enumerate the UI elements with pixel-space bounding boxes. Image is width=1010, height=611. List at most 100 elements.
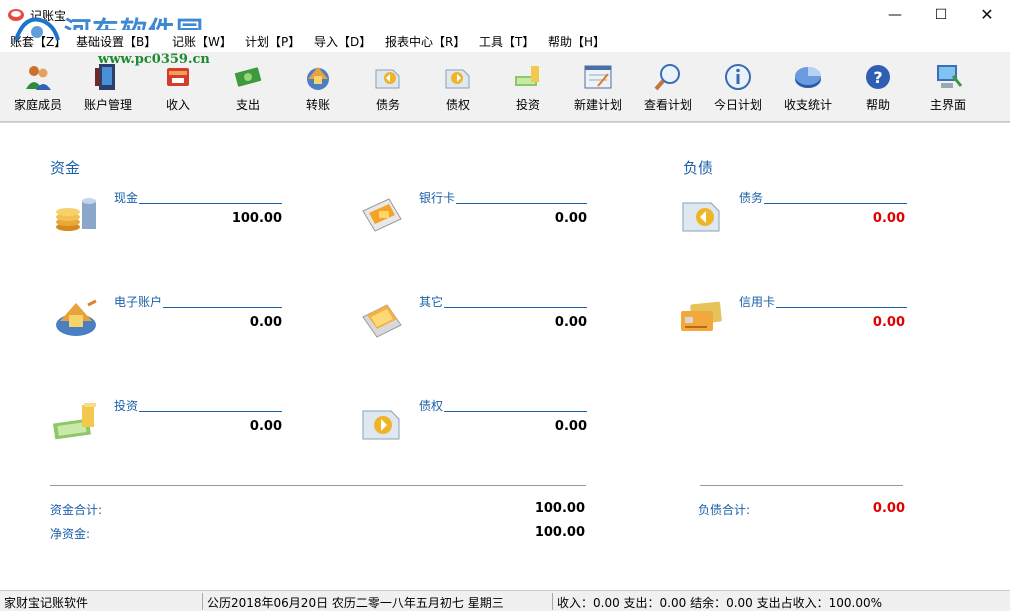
toolbar-label: 今日计划 [713, 98, 762, 112]
toolbar-label: 债务 [375, 98, 400, 112]
asset-item-bank-card[interactable]: 银行卡 0.00 [357, 189, 597, 249]
liability-item-debt[interactable]: 债务 0.00 [677, 189, 917, 249]
toolbar-label: 收支统计 [783, 98, 832, 112]
item-value: 0.00 [872, 315, 905, 330]
credit-card-icon [681, 301, 722, 331]
svg-text:?: ? [873, 68, 882, 87]
item-value: 100.00 [231, 211, 282, 226]
menu-bookkeeping[interactable]: 记账【W】 [172, 33, 232, 50]
toolbar-label: 投资 [515, 98, 540, 112]
item-label: 债务 [739, 189, 765, 206]
assets-divider [50, 485, 586, 486]
family-members-icon [26, 66, 51, 90]
transfer-icon [307, 67, 329, 90]
toolbar-label: 支出 [235, 98, 260, 112]
other-icon [362, 304, 402, 338]
asset-item-investment[interactable]: 投资 0.00 [52, 397, 292, 457]
help-icon: ? [866, 65, 890, 89]
liabilities-total-value: 0.00 [872, 501, 905, 516]
item-label: 现金 [114, 189, 140, 206]
asset-item-e-account[interactable]: 电子账户 0.00 [52, 293, 292, 353]
toolbar-account-manage-button[interactable]: 账户管理 [73, 62, 143, 118]
bank-card-icon [362, 198, 402, 232]
item-underline [114, 411, 282, 412]
liability-item-credit-card[interactable]: 信用卡 0.00 [677, 293, 917, 353]
item-value: 0.00 [554, 419, 587, 434]
toolbar-label: 债权 [445, 98, 470, 112]
today-plan-icon [725, 64, 751, 90]
toolbar-statistics-button[interactable]: 收支统计 [773, 62, 843, 118]
minimize-button[interactable]: — [872, 0, 918, 30]
net-assets-value: 100.00 [534, 525, 585, 540]
menu-basic-settings[interactable]: 基础设置【B】 [76, 33, 156, 50]
item-label: 投资 [114, 397, 140, 414]
toolbar-investment-button[interactable]: 投资 [493, 62, 563, 118]
toolbar-credit-button[interactable]: 债权 [423, 62, 493, 118]
item-label: 债权 [419, 397, 445, 414]
asset-item-cash[interactable]: 现金 100.00 [52, 189, 292, 249]
app-window: 记账宝 — ☐ ✕ 河东软件园 www.pc0359.cn 账套【Z】 基础设置… [0, 0, 1010, 611]
close-button[interactable]: ✕ [964, 0, 1010, 30]
expense-icon [234, 67, 262, 87]
toolbar-family-members-button[interactable]: 家庭成员 [3, 62, 73, 118]
toolbar-main-screen-button[interactable]: 主界面 [913, 62, 983, 118]
toolbar-label: 家庭成员 [13, 98, 62, 112]
item-label: 电子账户 [114, 293, 164, 310]
toolbar-label: 主界面 [929, 98, 966, 112]
liabilities-divider [700, 485, 903, 486]
debt-icon [375, 69, 400, 89]
toolbar-new-plan-button[interactable]: 新建计划 [563, 62, 633, 118]
watermark-url: www.pc0359.cn [98, 52, 210, 67]
toolbar-transfer-button[interactable]: 转账 [283, 62, 353, 118]
credit-icon [445, 69, 470, 89]
toolbar-view-plan-button[interactable]: 查看计划 [633, 62, 703, 118]
menu-help[interactable]: 帮助【H】 [548, 33, 605, 50]
item-value: 0.00 [249, 315, 282, 330]
item-underline [739, 203, 907, 204]
toolbar-label: 新建计划 [573, 98, 622, 112]
status-bar: 家财宝记账软件 公历2018年06月20日 农历二零一八年五月初七 星期三 收入… [0, 590, 1010, 611]
item-underline [419, 307, 587, 308]
maximize-button[interactable]: ☐ [918, 0, 964, 30]
assets-total-label: 资金合计: [50, 503, 103, 517]
item-label: 银行卡 [419, 189, 457, 206]
menu-plan[interactable]: 计划【P】 [245, 33, 300, 50]
toolbar-income-button[interactable]: 收入 [143, 62, 213, 118]
statistics-icon [795, 67, 821, 88]
e-account-icon [56, 299, 97, 336]
toolbar-label: 转账 [305, 98, 330, 112]
net-assets-label: 净资金: [50, 527, 91, 541]
toolbar-today-plan-button[interactable]: 今日计划 [703, 62, 773, 118]
new-plan-icon [584, 65, 612, 89]
item-value: 0.00 [249, 419, 282, 434]
item-value: 0.00 [554, 315, 587, 330]
item-label: 信用卡 [739, 293, 777, 310]
menu-import[interactable]: 导入【D】 [314, 33, 371, 50]
debt-folder-icon [682, 202, 720, 232]
status-app-name: 家财宝记账软件 [4, 596, 89, 610]
liabilities-total-label: 负债合计: [698, 503, 751, 517]
toolbar-expense-button[interactable]: 支出 [213, 62, 283, 118]
cash-coins-icon [56, 198, 96, 231]
asset-item-other[interactable]: 其它 0.00 [357, 293, 597, 353]
liabilities-section-title: 负债 [683, 159, 714, 177]
main-screen-icon [937, 65, 963, 88]
toolbar-label: 收入 [165, 98, 190, 112]
status-date: 公历2018年06月20日 农历二零一八年五月初七 星期三 [202, 593, 552, 610]
toolbar-help-button[interactable]: ? 帮助 [843, 62, 913, 118]
menu-bar: 账套【Z】 基础设置【B】 记账【W】 计划【P】 导入【D】 报表中心【R】 … [0, 30, 1010, 52]
toolbar-label: 查看计划 [643, 98, 692, 112]
item-value: 0.00 [872, 211, 905, 226]
investment-money-icon [53, 403, 96, 440]
overview-panel: 资金 负债 现金 100.00 银行卡 0.00 电子账户 0.00 其它 0.… [0, 122, 1010, 590]
item-underline [114, 203, 282, 204]
item-underline [419, 411, 587, 412]
item-label: 其它 [419, 293, 445, 310]
toolbar-debt-button[interactable]: 债务 [353, 62, 423, 118]
menu-tools[interactable]: 工具【T】 [479, 33, 534, 50]
menu-reports[interactable]: 报表中心【R】 [385, 33, 465, 50]
toolbar-label: 账户管理 [83, 98, 132, 112]
asset-item-receivable[interactable]: 债权 0.00 [357, 397, 597, 457]
investment-icon [515, 66, 539, 86]
view-plan-icon [654, 64, 680, 91]
